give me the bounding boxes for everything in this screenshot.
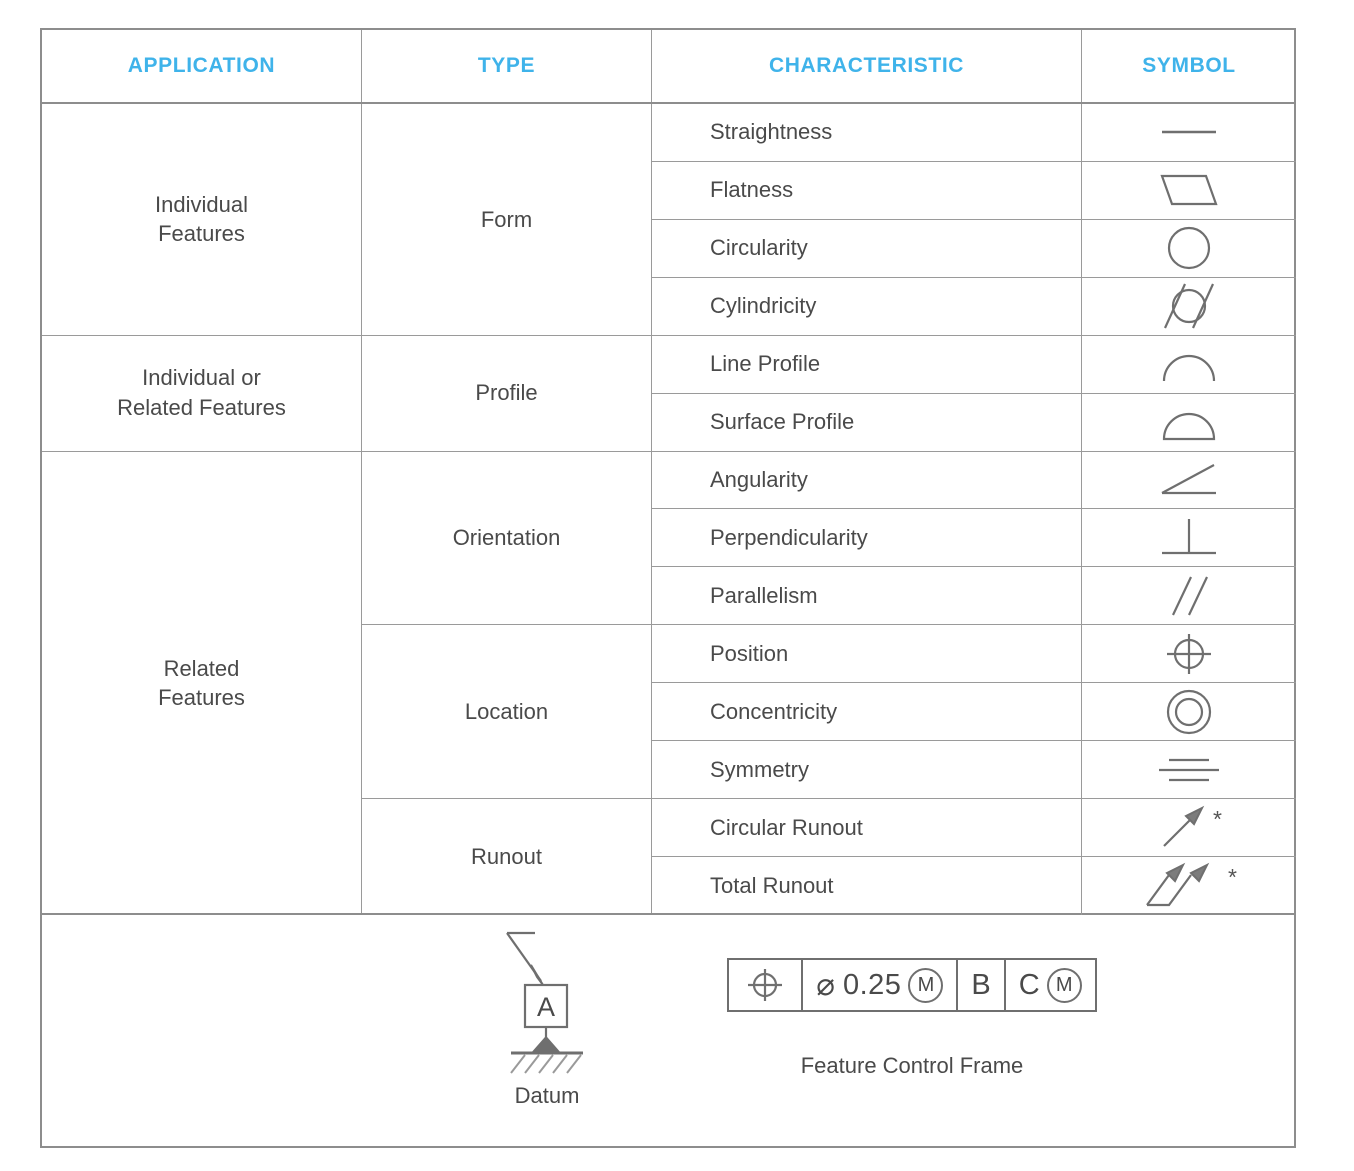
datum-label: Datum <box>514 1083 580 1108</box>
runout-note-asterisk: * <box>1228 864 1237 891</box>
table-row: Total Runout * <box>652 856 1296 915</box>
surface-profile-symbol <box>1082 394 1296 451</box>
feature-control-frame-graphic: ⌀ 0.25 M B C M <box>662 925 1162 1045</box>
table-row: Symmetry <box>652 741 1296 800</box>
table-row: Circular Runout * <box>652 799 1296 857</box>
table-row: Angularity <box>652 451 1296 510</box>
table-footer: A Datum ⌀ 0.25 M B C M Feature Control F… <box>42 915 1294 1146</box>
table-row: Surface Profile <box>652 393 1296 452</box>
characteristic-label: Parallelism <box>652 567 1082 625</box>
type-cell-profile: Profile <box>362 336 651 452</box>
feature-control-frame-example: ⌀ 0.25 M B C M Feature Control Frame <box>662 925 1162 1079</box>
mmc-modifier-icon: M <box>1046 967 1082 1003</box>
characteristic-label: Line Profile <box>652 335 1082 393</box>
characteristic-label: Flatness <box>652 161 1082 219</box>
fcf-segment-tolerance: ⌀ 0.25 M <box>803 960 959 1010</box>
datum-letter: A <box>537 992 555 1022</box>
table-row: Line Profile <box>652 335 1296 394</box>
column-header-type: TYPE <box>362 30 652 102</box>
gdt-symbols-table: APPLICATION TYPE CHARACTERISTIC SYMBOL I… <box>40 28 1296 1148</box>
runout-note-asterisk: * <box>1213 806 1222 833</box>
table-row: Circularity <box>652 219 1296 278</box>
characteristic-label: Angularity <box>652 451 1082 509</box>
circular-runout-symbol: * <box>1082 799 1296 856</box>
circularity-symbol <box>1082 220 1296 277</box>
gdt-symbols-page: APPLICATION TYPE CHARACTERISTIC SYMBOL I… <box>0 0 1354 1171</box>
table-row: Parallelism <box>652 567 1296 626</box>
characteristic-label: Straightness <box>652 104 1082 161</box>
characteristic-label: Symmetry <box>652 741 1082 799</box>
type-cell-orientation: Orientation <box>362 452 651 626</box>
characteristic-label: Cylindricity <box>652 277 1082 335</box>
mmc-modifier-icon: M <box>908 967 944 1003</box>
column-header-application: APPLICATION <box>42 30 362 102</box>
fcf-segment-datum-c: C M <box>1006 960 1095 1010</box>
characteristic-label: Surface Profile <box>652 393 1082 451</box>
line-profile-symbol <box>1082 336 1296 393</box>
angularity-symbol <box>1082 452 1296 509</box>
table-row: Straightness <box>652 104 1296 162</box>
table-row: Concentricity <box>652 683 1296 742</box>
characteristic-label: Concentricity <box>652 683 1082 741</box>
application-cell-related-features: Related Features <box>158 655 245 711</box>
datum-graphic: A <box>442 925 652 1075</box>
fcf-segment-datum-b: B <box>958 960 1006 1010</box>
position-symbol <box>1082 625 1296 682</box>
flatness-symbol <box>1082 162 1296 219</box>
characteristic-rows: Straightness Flatness Circularity Cylind… <box>652 104 1296 915</box>
column-header-characteristic: CHARACTERISTIC <box>652 30 1082 102</box>
straightness-symbol <box>1082 104 1296 161</box>
diameter-icon: ⌀ <box>816 967 835 1002</box>
characteristic-label: Perpendicularity <box>652 509 1082 567</box>
datum-reference-letter: B <box>971 968 991 1001</box>
table-row: Flatness <box>652 161 1296 220</box>
table-row: Position <box>652 625 1296 684</box>
datum-example: A Datum <box>442 925 652 1109</box>
feature-control-frame-label: Feature Control Frame <box>800 1053 1024 1078</box>
characteristic-label: Total Runout <box>652 856 1082 915</box>
type-cell-location: Location <box>362 625 651 800</box>
table-row: Cylindricity <box>652 277 1296 336</box>
datum-reference-letter: C <box>1018 968 1040 1001</box>
application-cell-individual-features: Individual Features <box>42 104 361 336</box>
perpendicularity-symbol <box>1082 509 1296 566</box>
characteristic-label: Circularity <box>652 219 1082 277</box>
parallelism-symbol <box>1082 567 1296 624</box>
table-header-row: APPLICATION TYPE CHARACTERISTIC SYMBOL <box>42 30 1294 104</box>
application-column: Individual Features Individual or Related … <box>42 104 362 913</box>
tolerance-value: 0.25 <box>842 968 902 1001</box>
symmetry-symbol <box>1082 741 1296 798</box>
fcf-frame: ⌀ 0.25 M B C M <box>727 958 1097 1012</box>
table-body: Individual Features Individual or Related … <box>42 104 1296 915</box>
characteristic-label: Position <box>652 625 1082 683</box>
cylindricity-symbol <box>1082 278 1296 335</box>
column-header-symbol: SYMBOL <box>1142 54 1236 77</box>
fcf-segment-position-symbol <box>729 960 804 1010</box>
type-cell-form: Form <box>362 104 651 336</box>
concentricity-symbol <box>1082 683 1296 740</box>
table-row: Perpendicularity <box>652 509 1296 568</box>
type-cell-runout: Runout <box>471 844 542 870</box>
application-cell-individual-or-related-features: Individual or Related Features <box>42 336 361 452</box>
total-runout-symbol: * <box>1082 857 1296 915</box>
type-column: Form Profile Orientation Location Runout <box>362 104 652 913</box>
characteristic-label: Circular Runout <box>652 799 1082 856</box>
